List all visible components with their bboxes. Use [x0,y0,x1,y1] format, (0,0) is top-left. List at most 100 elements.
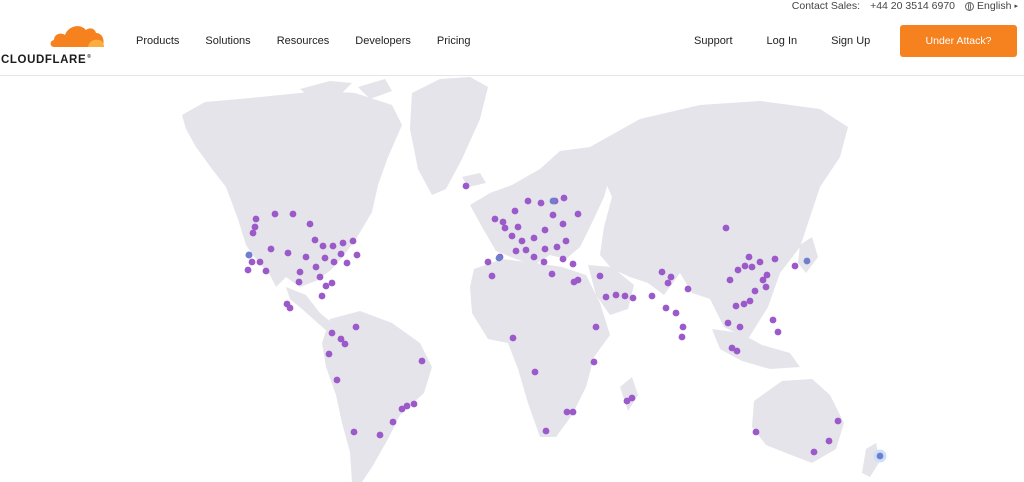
pop-marker [553,243,561,251]
pop-marker [353,251,361,259]
pop-marker [541,226,549,234]
nav-support[interactable]: Support [694,35,733,47]
pop-marker [684,285,692,293]
pop-marker [244,266,252,274]
pop-marker [542,427,550,435]
pop-marker [629,294,637,302]
pop-marker-highlight [495,254,503,262]
southeast-asia-islands [712,329,800,369]
pop-marker [376,431,384,439]
pop-marker [540,258,548,266]
nav-sign-up[interactable]: Sign Up [831,35,870,47]
pop-marker [296,268,304,276]
pop-marker [736,323,744,331]
pop-marker [256,258,264,266]
pop-marker [302,253,310,261]
pop-marker [791,262,799,270]
utility-bar: Contact Sales: +44 20 3514 6970 English … [792,0,1018,12]
nav-solutions[interactable]: Solutions [205,35,250,47]
cloudflare-logo[interactable]: CLOUDFLARE® [0,20,110,68]
pop-marker [562,237,570,245]
nav-resources[interactable]: Resources [277,35,330,47]
pop-marker [518,237,526,245]
pop-marker [248,258,256,266]
pop-marker-highlight [245,251,253,259]
pop-marker [319,242,327,250]
pop-marker [329,242,337,250]
language-selector[interactable]: English ▸ [965,0,1018,12]
pop-marker [732,302,740,310]
pop-marker-highlight [549,197,557,205]
pop-marker [559,220,567,228]
language-label: English [977,0,1012,12]
pop-marker [530,253,538,261]
pop-marker [658,268,666,276]
world-map-svg [182,77,887,482]
australia-landmass [752,379,844,463]
pop-marker [508,232,516,240]
pop-marker [306,220,314,228]
nav-developers[interactable]: Developers [355,35,411,47]
pop-marker [834,417,842,425]
pop-marker [318,292,326,300]
pop-marker [722,224,730,232]
pop-marker [752,428,760,436]
caret-right-icon: ▸ [1014,3,1018,10]
pop-marker [596,272,604,280]
pop-marker [352,323,360,331]
pop-marker [491,215,499,223]
pop-marker [774,328,782,336]
main-header: CLOUDFLARE® Products Solutions Resources… [0,14,1024,76]
pop-marker [341,340,349,348]
pop-marker [590,358,598,366]
contact-phone-link[interactable]: +44 20 3514 6970 [870,0,955,12]
pop-marker [325,350,333,358]
pop-marker [339,239,347,247]
pop-marker [322,282,330,290]
globe-icon [965,1,975,11]
pop-marker [672,309,680,317]
pop-marker [569,260,577,268]
pop-marker [462,182,470,190]
nav-log-in[interactable]: Log In [767,35,798,47]
pop-marker [756,258,764,266]
pop-marker [548,270,556,278]
pop-marker [569,408,577,416]
africa-landmass [470,259,610,437]
pop-marker [330,258,338,266]
pop-marker [810,448,818,456]
pop-marker [560,194,568,202]
pop-marker [524,197,532,205]
pop-marker [592,323,600,331]
pop-marker [679,323,687,331]
pop-marker [328,279,336,287]
network-map [0,77,1024,482]
pop-marker [271,210,279,218]
pop-marker [541,245,549,253]
pop-marker [746,297,754,305]
pop-marker [733,347,741,355]
pop-marker [667,273,675,281]
pop-marker [511,207,519,215]
pop-marker [295,278,303,286]
pop-marker [741,262,749,270]
madagascar-landmass [620,377,638,411]
pop-marker [289,210,297,218]
pop-marker [531,368,539,376]
pop-marker [664,279,672,287]
pop-marker [343,259,351,267]
nav-pricing[interactable]: Pricing [437,35,471,47]
pop-marker [563,408,571,416]
account-nav: Support Log In Sign Up [694,35,870,47]
pop-marker [602,293,610,301]
pop-marker [311,236,319,244]
pop-marker [734,266,742,274]
pop-marker [350,428,358,436]
under-attack-button[interactable]: Under Attack? [900,25,1017,57]
pop-marker-highlight [876,452,884,460]
pop-marker [724,319,732,327]
pop-marker [612,291,620,299]
nav-products[interactable]: Products [136,35,179,47]
pop-marker [328,329,336,337]
pop-marker [284,249,292,257]
